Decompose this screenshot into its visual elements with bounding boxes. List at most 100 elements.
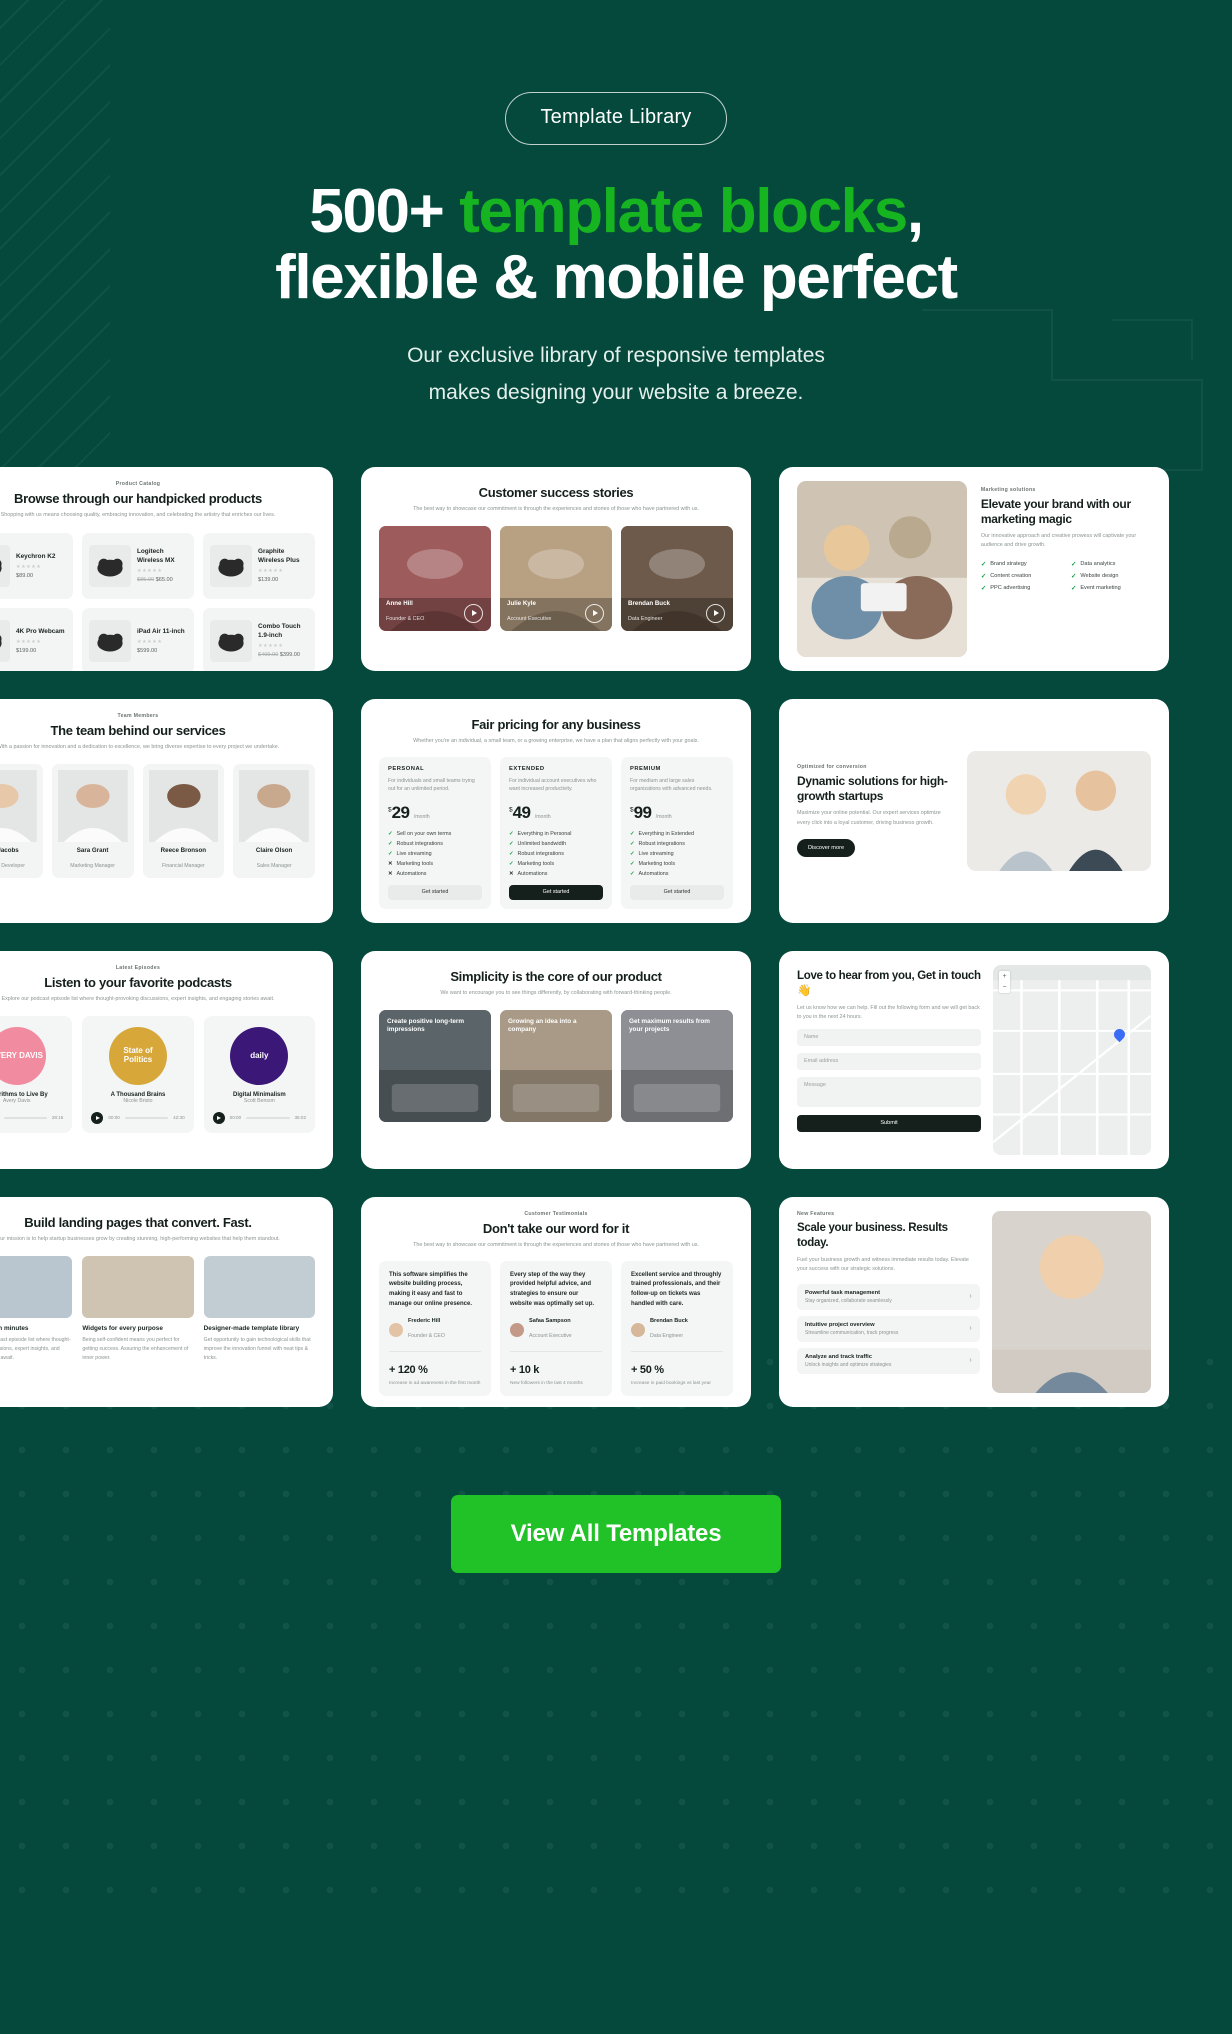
hero-subtitle-line-2: makes designing your website a breeze. bbox=[428, 380, 804, 404]
podcast-player[interactable]: 00:00 28:15 bbox=[0, 1112, 63, 1124]
quote-stat: + 50 % Increase in paid bookings vs last … bbox=[631, 1351, 723, 1386]
cross-icon: ✕ bbox=[509, 870, 514, 877]
podcast-episode[interactable]: State of Politics A Thousand Brains Nicol… bbox=[82, 1015, 194, 1133]
product-item[interactable]: 4K Pro Webcam ★★★★★ $199.00 bbox=[0, 607, 73, 671]
chevron-right-icon: › bbox=[969, 1293, 972, 1301]
scale-title: Scale your business. Results today. bbox=[797, 1221, 948, 1249]
simplicity-panel[interactable]: Growing an idea into a company bbox=[500, 1009, 612, 1122]
video-testimonial[interactable]: Brendan Buck Data Engineer bbox=[621, 525, 733, 631]
template-card-marketing[interactable]: Marketing solutions Elevate your brand w… bbox=[779, 466, 1169, 671]
plan-cta-button[interactable]: Get started bbox=[630, 884, 724, 900]
testimonial-quote[interactable]: Every step of the way they provided help… bbox=[500, 1260, 612, 1397]
marketing-feature: ✓ Data analytics bbox=[1071, 560, 1151, 568]
contact-message-input[interactable]: Message bbox=[797, 1076, 982, 1107]
product-name: Combo Touch 1.9-inch bbox=[258, 623, 301, 639]
landing-column[interactable]: Get started in minutes Explore our podca… bbox=[0, 1255, 73, 1363]
podcast-player[interactable]: 00:00 35:02 bbox=[212, 1111, 306, 1124]
play-icon[interactable] bbox=[464, 603, 483, 623]
plan-cta-button[interactable]: Get started bbox=[388, 884, 482, 900]
check-icon: ✓ bbox=[630, 870, 635, 877]
cross-icon: ✕ bbox=[388, 860, 393, 867]
scale-feature-row[interactable]: Powerful task management Stay organized, … bbox=[797, 1283, 980, 1310]
video-caption: Julie Kyle Account Executive bbox=[507, 600, 551, 625]
check-icon: ✓ bbox=[980, 585, 987, 593]
podcast-episode[interactable]: AVERY DAVIS Algorithms to Live ByAvery D… bbox=[0, 1015, 73, 1133]
template-card-customer-stories[interactable]: Customer success stories The best way to… bbox=[361, 466, 751, 671]
contact-name-input[interactable]: Name bbox=[797, 1028, 982, 1046]
simplicity-panel[interactable]: Get maximum results from your projects bbox=[621, 1009, 733, 1122]
team-member[interactable]: Claire Olson Sales Manager bbox=[233, 763, 315, 878]
plan-description: For individuals and small teams trying o… bbox=[388, 777, 475, 793]
landing-column[interactable]: Designer-made template library Get oppor… bbox=[203, 1255, 315, 1363]
podcast-timeline[interactable] bbox=[3, 1116, 47, 1119]
template-library-badge[interactable]: Template Library bbox=[505, 92, 727, 145]
play-icon[interactable] bbox=[91, 1111, 104, 1124]
contact-email-input[interactable]: Email address bbox=[797, 1052, 982, 1070]
team-member[interactable]: Reece Bronson Financial Manager bbox=[142, 763, 225, 878]
contact-submit-button[interactable]: Submit bbox=[797, 1114, 982, 1132]
contact-sub: Let us know how we can help. Fill out th… bbox=[797, 1004, 980, 1020]
template-card-contact[interactable]: Love to hear from you, Get in touch 👋 Le… bbox=[779, 950, 1169, 1169]
pricing-plan[interactable]: PREMIUM For medium and large sales organ… bbox=[621, 756, 733, 909]
podcast-episode[interactable]: daily Digital Minimalism Scott Benson 00:… bbox=[203, 1015, 315, 1133]
podcast-timeline[interactable] bbox=[124, 1116, 169, 1119]
template-card-team[interactable]: Team Members The team behind our service… bbox=[0, 698, 333, 923]
template-card-testimonials[interactable]: Customer Testimonials Don't take our wor… bbox=[361, 1196, 751, 1407]
scale-sub: Fuel your business growth and witness im… bbox=[797, 1256, 969, 1272]
testimonials-title: Don't take our word for it bbox=[482, 1220, 630, 1236]
product-price: $599.00 bbox=[137, 648, 158, 655]
product-item[interactable]: Graphite Wireless Plus ★★★★★ $139.00 bbox=[203, 532, 315, 599]
scale-feature-row[interactable]: Intuitive project overview Streamline com… bbox=[797, 1315, 980, 1342]
podcast-player[interactable]: 00:00 42:30 bbox=[91, 1111, 185, 1124]
pricing-plan[interactable]: EXTENDED For individual account executiv… bbox=[500, 756, 612, 909]
contact-map[interactable]: + − bbox=[993, 964, 1151, 1155]
map-zoom-out-icon[interactable]: − bbox=[999, 982, 1010, 993]
template-card-podcasts[interactable]: Latest Episodes Listen to your favorite … bbox=[0, 950, 333, 1169]
play-icon[interactable] bbox=[585, 603, 604, 623]
video-testimonial[interactable]: Anne Hill Founder & CEO bbox=[379, 525, 491, 631]
quote-author-name: Brendan Buck bbox=[650, 1318, 688, 1325]
check-icon: ✓ bbox=[388, 830, 393, 837]
chevron-right-icon: › bbox=[969, 1325, 972, 1333]
simplicity-panel-label: Create positive long-term impressions bbox=[387, 1017, 465, 1034]
template-card-pricing[interactable]: Fair pricing for any business Whether yo… bbox=[361, 698, 751, 923]
product-item[interactable]: Keychron K2 ★★★★★ $89.00 bbox=[0, 532, 73, 599]
map-zoom-in-icon[interactable]: + bbox=[999, 971, 1010, 982]
pricing-plan[interactable]: PERSONAL For individuals and small teams… bbox=[379, 756, 491, 909]
member-name: Reece Bronson bbox=[160, 846, 207, 854]
play-icon[interactable] bbox=[706, 603, 725, 623]
scale-feature-row[interactable]: Analyze and track traffic Unlock insights… bbox=[797, 1347, 980, 1374]
template-card-dynamic-solutions[interactable]: Optimized for conversion Dynamic solutio… bbox=[779, 698, 1169, 923]
member-role: Marketing Manager bbox=[70, 862, 115, 869]
product-item[interactable]: Combo Touch 1.9-inch ★★★★★ $499.00 $399.… bbox=[203, 607, 315, 671]
team-member[interactable]: Lee Jacobs Business Developer bbox=[0, 763, 43, 878]
discover-more-button[interactable]: Discover more bbox=[797, 838, 856, 857]
simplicity-title: Simplicity is the core of our product bbox=[450, 968, 662, 984]
product-item[interactable]: Logitech Wireless MX ★★★★★ $85.00 $65.00 bbox=[82, 532, 194, 599]
play-icon[interactable] bbox=[212, 1111, 225, 1124]
video-testimonial[interactable]: Julie Kyle Account Executive bbox=[500, 525, 612, 631]
podcast-author: Nicole Bristo bbox=[123, 1097, 153, 1104]
podcast-timeline[interactable] bbox=[246, 1116, 290, 1119]
testimonial-quote[interactable]: This software simplifies the website bui… bbox=[379, 1260, 491, 1397]
simplicity-panel[interactable]: Create positive long-term impressions bbox=[379, 1009, 491, 1122]
dynamic-sub: Maximize your online potential. Our expe… bbox=[797, 810, 941, 826]
product-rating: ★★★★★ bbox=[137, 568, 163, 575]
landing-column[interactable]: Widgets for every purpose Being self-con… bbox=[82, 1255, 194, 1363]
template-card-simplicity[interactable]: Simplicity is the core of our product We… bbox=[361, 950, 751, 1169]
product-item[interactable]: iPad Air 11-inch ★★★★★ $599.00 bbox=[82, 607, 194, 671]
team-member[interactable]: Sara Grant Marketing Manager bbox=[51, 763, 134, 878]
simplicity-sub: We want to encourage you to see things d… bbox=[440, 989, 672, 996]
view-all-templates-button[interactable]: View All Templates bbox=[450, 1494, 782, 1573]
product-catalog-sub: Shopping with us means choosing quality,… bbox=[0, 511, 276, 518]
plan-cta-button[interactable]: Get started bbox=[509, 884, 603, 900]
landing-column-list: Get started in minutes Explore our podca… bbox=[0, 1255, 315, 1363]
testimonial-quote[interactable]: Excellent service and throughly trained … bbox=[621, 1260, 733, 1397]
podcast-time-start: 00:00 bbox=[229, 1115, 242, 1121]
map-zoom-controls[interactable]: + − bbox=[999, 970, 1011, 993]
template-card-landing-pages[interactable]: Build landing pages that convert. Fast. … bbox=[0, 1196, 333, 1407]
template-card-scale-business[interactable]: New Features Scale your business. Result… bbox=[779, 1196, 1169, 1407]
template-card-product-catalog[interactable]: Product Catalog Browse through our handp… bbox=[0, 466, 333, 671]
check-icon: ✓ bbox=[630, 850, 635, 857]
plan-price: $99 /month bbox=[630, 803, 724, 823]
